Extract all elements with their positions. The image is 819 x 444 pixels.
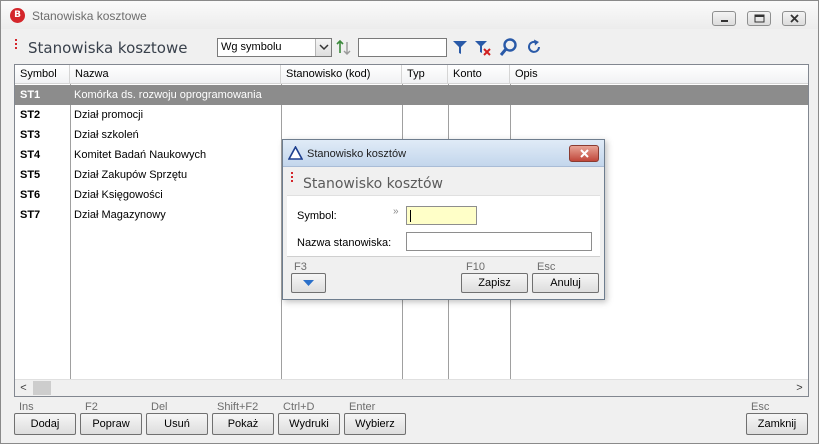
sort-select-value: Wg symbolu [221, 41, 282, 53]
edit-button[interactable]: Popraw [80, 413, 142, 435]
show-button[interactable]: Pokaż [212, 413, 274, 435]
shortcut-label: Esc [537, 261, 556, 273]
dialog-close-button[interactable] [569, 145, 599, 162]
column-header-symbol[interactable]: Symbol [15, 65, 70, 84]
minimize-button[interactable] [712, 11, 736, 26]
dialog-heading: Stanowisko kosztów [303, 176, 443, 192]
search-input[interactable] [358, 38, 447, 57]
shortcut-label: Enter [349, 401, 376, 413]
row-name: Komórka ds. rozwoju oprogramowania [74, 89, 262, 101]
maximize-button[interactable] [747, 11, 771, 26]
close-icon [790, 14, 799, 23]
column-header-type[interactable]: Typ [402, 65, 448, 84]
row-symbol: ST6 [20, 189, 41, 201]
expand-button[interactable] [291, 273, 326, 293]
close-button[interactable] [782, 11, 806, 26]
sort-direction-icon[interactable] [334, 38, 354, 58]
row-name: Dział Księgowości [74, 189, 163, 201]
app-logo-icon: B [10, 8, 25, 23]
row-symbol: ST5 [20, 169, 41, 181]
title-bar[interactable]: B Stanowiska kosztowe [1, 1, 818, 29]
symbol-input[interactable] [406, 206, 477, 225]
dialog-title-bar[interactable]: Stanowisko kosztów [283, 140, 604, 167]
symbol-label: Symbol: [297, 210, 337, 222]
shortcut-label: Ins [19, 401, 34, 413]
close-window-button[interactable]: Zamknij [746, 413, 808, 435]
required-marker: » [393, 206, 399, 217]
refresh-icon[interactable] [525, 38, 543, 56]
scroll-left-icon[interactable]: < [15, 380, 32, 396]
delete-button[interactable]: Usuń [146, 413, 208, 435]
drag-handle-icon [15, 39, 18, 51]
name-input[interactable] [406, 232, 592, 251]
cost-center-dialog: Stanowisko kosztów Stanowisko kosztów Sy… [282, 139, 605, 300]
shortcut-label: Ctrl+D [283, 401, 315, 413]
name-label: Nazwa stanowiska: [297, 237, 392, 249]
table-row[interactable]: ST2 Dział promocji [15, 105, 808, 125]
minimize-icon [721, 20, 728, 22]
add-button[interactable]: Dodaj [14, 413, 76, 435]
print-button[interactable]: Wydruki [278, 413, 340, 435]
main-window: B Stanowiska kosztowe Stanowiska kosztow… [0, 0, 819, 444]
row-symbol: ST2 [20, 109, 41, 121]
row-symbol: ST3 [20, 129, 41, 141]
column-header-name[interactable]: Nazwa [70, 65, 281, 84]
dialog-warning-icon [288, 146, 303, 160]
shortcut-label: Del [151, 401, 168, 413]
shortcut-label: Shift+F2 [217, 401, 259, 413]
row-name: Dział szkoleń [74, 129, 139, 141]
column-header-description[interactable]: Opis [510, 65, 808, 84]
chevron-down-icon[interactable] [315, 39, 331, 56]
shortcut-label: F3 [294, 261, 307, 273]
column-header-account[interactable]: Konto [448, 65, 510, 84]
scrollbar-thumb[interactable] [33, 381, 51, 395]
filter-icon[interactable] [451, 38, 469, 56]
select-button[interactable]: Wybierz [344, 413, 406, 435]
scroll-right-icon[interactable]: > [791, 380, 808, 396]
row-name: Dział Magazynowy [74, 209, 166, 221]
search-icon[interactable] [498, 37, 520, 59]
column-header-cost-center-code[interactable]: Stanowisko (kod) [281, 65, 402, 84]
page-title: Stanowiska kosztowe [28, 39, 188, 57]
chevron-down-icon [303, 280, 314, 286]
clear-filter-icon[interactable] [473, 38, 493, 58]
row-symbol: ST4 [20, 149, 41, 161]
text-caret [410, 210, 411, 222]
table-row[interactable]: ST1 Komórka ds. rozwoju oprogramowania [15, 85, 808, 105]
drag-handle-icon [291, 172, 294, 184]
shortcut-label: Esc [751, 401, 770, 413]
shortcut-label: F2 [85, 401, 98, 413]
row-name: Dział promocji [74, 109, 144, 121]
maximize-icon [754, 14, 765, 23]
cancel-button[interactable]: Anuluj [532, 273, 599, 293]
row-name: Komitet Badań Naukowych [74, 149, 207, 161]
row-name: Dział Zakupów Sprzętu [74, 169, 188, 181]
row-symbol: ST1 [20, 89, 41, 101]
dialog-title: Stanowisko kosztów [307, 148, 407, 160]
row-symbol: ST7 [20, 209, 41, 221]
window-title: Stanowiska kosztowe [32, 9, 147, 23]
close-icon [580, 149, 589, 158]
sort-select[interactable]: Wg symbolu [217, 38, 332, 57]
dialog-form: Symbol: » Nazwa stanowiska: [287, 195, 600, 257]
horizontal-scrollbar[interactable]: < > [15, 379, 808, 396]
shortcut-label: F10 [466, 261, 485, 273]
save-button[interactable]: Zapisz [461, 273, 528, 293]
